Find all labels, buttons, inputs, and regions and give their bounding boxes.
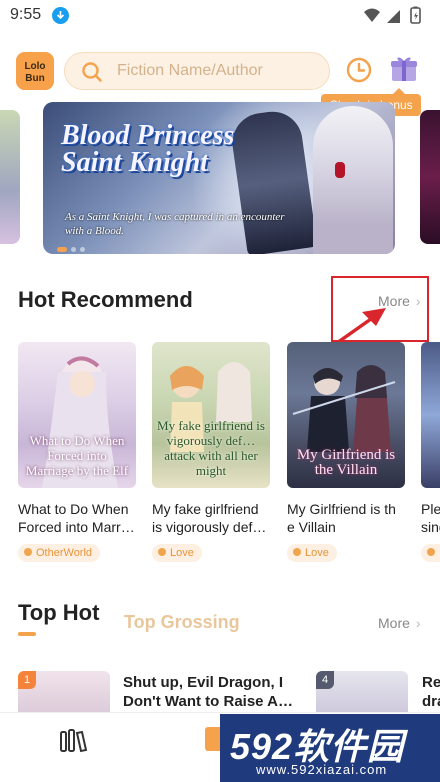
rank-book-title[interactable]: Re… dra… <box>422 673 440 711</box>
rank-number: 4 <box>316 671 334 689</box>
tag-icon <box>158 548 166 556</box>
search-bar[interactable] <box>64 52 330 90</box>
book-card[interactable]: My fake girlfriend is vigorously def… at… <box>152 342 270 562</box>
site-watermark: 592软件园 www.592xiazai.com <box>220 714 440 782</box>
banner-title: Blood Princess Saint Knight <box>61 120 235 178</box>
active-tab-underline <box>18 632 36 636</box>
app-logo[interactable]: Lolo Bun <box>16 52 54 90</box>
chevron-right-icon: › <box>415 615 421 631</box>
hot-recommend-title: Hot Recommend <box>18 287 193 312</box>
tag-icon <box>427 548 435 556</box>
banner-next-peek[interactable] <box>420 110 440 244</box>
genre-badge: Love <box>287 544 337 562</box>
search-input[interactable] <box>117 53 317 89</box>
more-label: More <box>378 615 410 631</box>
top-header: Lolo Bun <box>0 46 440 96</box>
banner-girl-figure <box>313 106 393 254</box>
book-cover-title: My fake girlfriend is vigorously def… at… <box>157 418 265 478</box>
book-cover: What to Do When Forced into Marriage by … <box>18 342 136 488</box>
book-cover <box>421 342 440 488</box>
book-name: What to Do When Forced into Marr… <box>18 501 135 535</box>
featured-banner[interactable]: Blood Princess Saint Knight As a Saint K… <box>43 102 395 254</box>
banner-prev-peek[interactable] <box>0 110 20 244</box>
book-card[interactable]: Ple… sing M… <box>421 342 440 562</box>
book-card[interactable]: My Girlfriend is the Villain My Girlfrie… <box>287 342 405 562</box>
book-name: My Girlfriend is th e Villain <box>287 501 396 535</box>
svg-text:Bun: Bun <box>25 73 44 84</box>
tab-top-grossing[interactable]: Top Grossing <box>124 612 240 633</box>
banner-tagline: As a Saint Knight, I was captured in an … <box>65 211 285 237</box>
carousel-dot <box>80 247 85 252</box>
bookshelf-icon[interactable] <box>58 727 88 753</box>
genre-badge: OtherWorld <box>18 544 101 562</box>
gift-box-icon[interactable] <box>389 54 419 84</box>
status-time: 9:55 <box>10 6 42 23</box>
book-name: My fake girlfriend is vigorously def… <box>152 501 267 535</box>
genre-badge-label: OtherWorld <box>36 547 93 559</box>
book-cover: My fake girlfriend is vigorously def… at… <box>152 342 270 488</box>
top-hot-more-link[interactable]: More › <box>378 615 421 631</box>
rank-book-title[interactable]: Shut up, Evil Dragon, I Don't Want to Ra… <box>123 673 293 711</box>
watermark-url: www.592xiazai.com <box>256 762 388 777</box>
genre-badge-label: Love <box>170 547 194 559</box>
banner-accent <box>335 162 345 178</box>
history-clock-icon[interactable] <box>345 56 373 84</box>
genre-badge-label: Love <box>305 547 329 559</box>
tab-top-hot[interactable]: Top Hot <box>18 600 99 626</box>
signal-battery-icons <box>362 6 426 31</box>
genre-badge: Love <box>152 544 202 562</box>
book-name: Ple… sing M… <box>421 501 440 535</box>
download-icon <box>52 7 69 24</box>
book-cover-title: My Girlfriend is the Villain <box>296 447 396 478</box>
book-cover: My Girlfriend is the Villain <box>287 342 405 488</box>
tag-icon <box>293 548 301 556</box>
status-bar: 9:55 <box>0 0 440 32</box>
search-icon <box>82 62 102 82</box>
tag-icon <box>24 548 32 556</box>
book-card[interactable]: What to Do When Forced into Marriage by … <box>18 342 136 562</box>
carousel-dot-active <box>57 247 67 252</box>
carousel-dots <box>57 239 89 254</box>
book-cover-title: What to Do When Forced into Marriage by … <box>25 433 129 478</box>
rank-number: 1 <box>18 671 36 689</box>
genre-badge <box>421 544 440 562</box>
svg-text:Lolo: Lolo <box>24 61 45 72</box>
carousel-dot <box>71 247 76 252</box>
